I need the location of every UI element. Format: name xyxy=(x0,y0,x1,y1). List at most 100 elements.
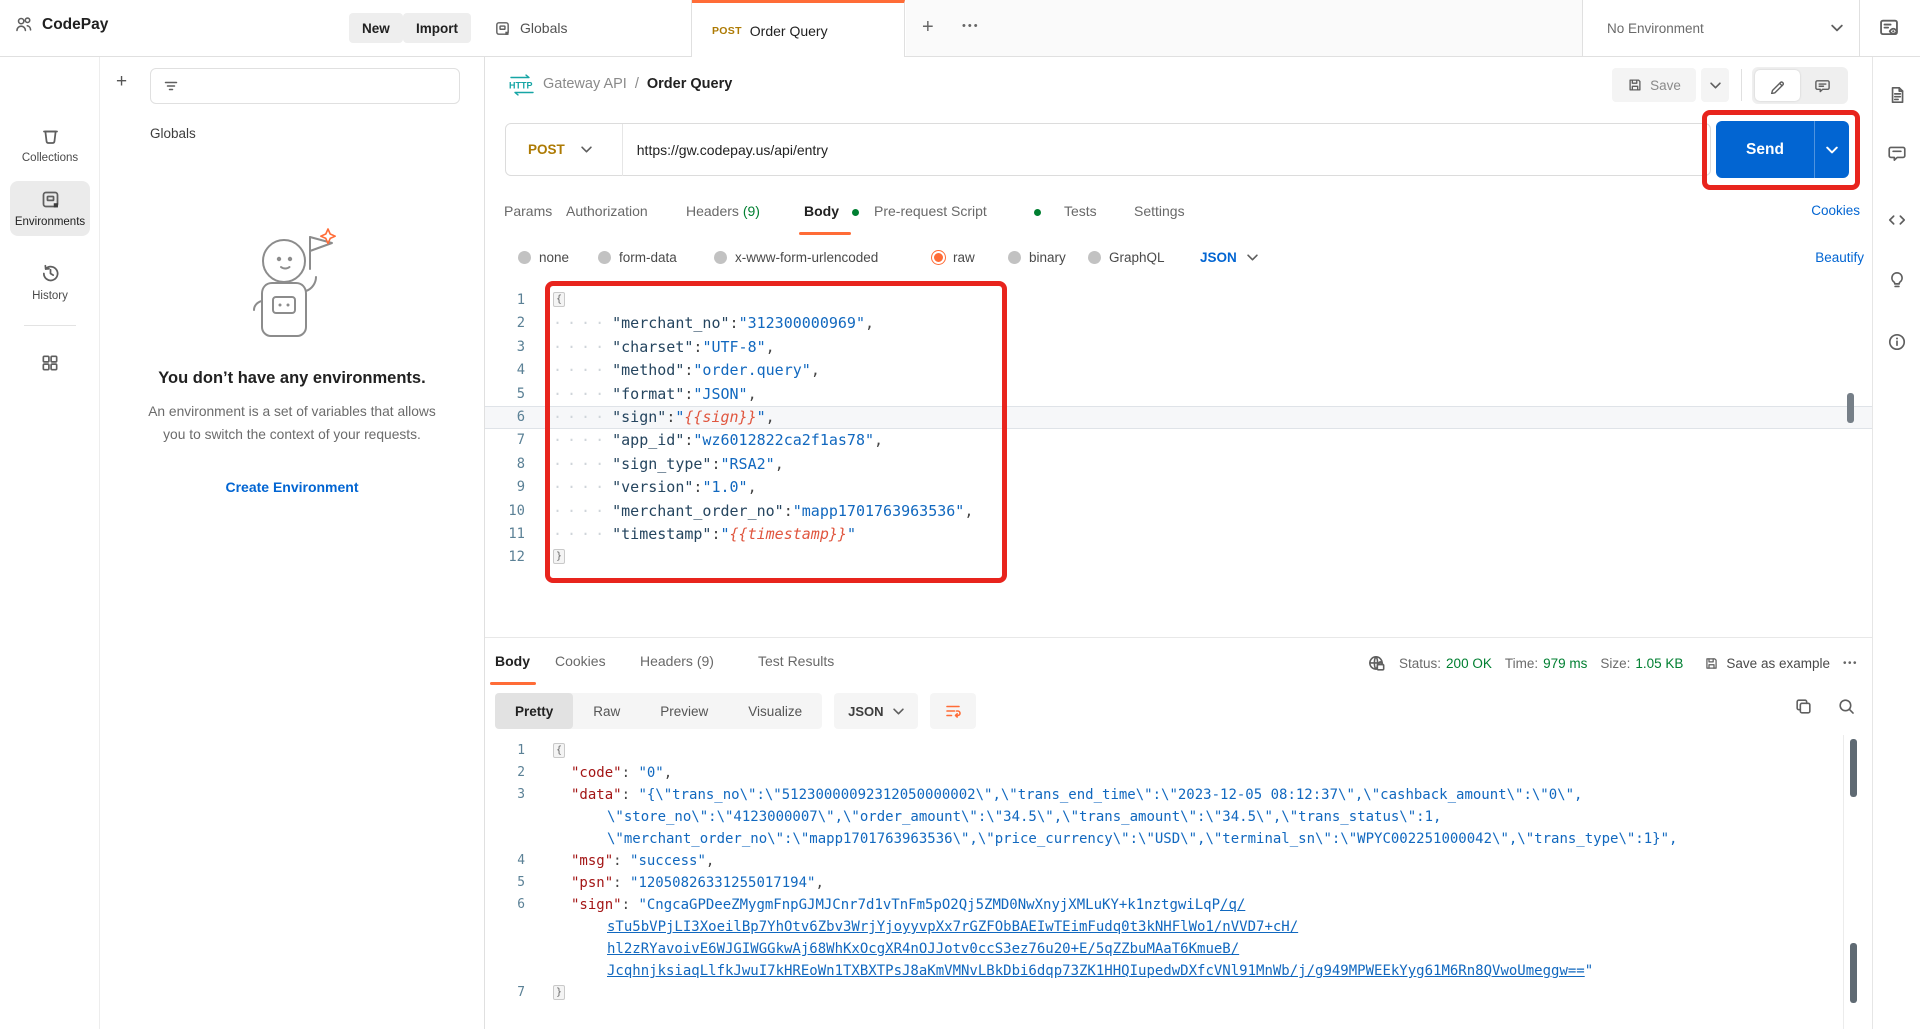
radio-x-www-form-urlencoded[interactable]: x-www-form-urlencoded xyxy=(714,250,878,265)
tab-order-query[interactable]: POST Order Query xyxy=(692,0,905,58)
tab-globals[interactable]: Globals xyxy=(476,0,692,56)
response-tab-cookies[interactable]: Cookies xyxy=(555,653,606,669)
search-icon[interactable] xyxy=(1837,697,1856,716)
tab-pre-request-script[interactable]: Pre-request Script xyxy=(874,203,987,219)
scrollbar-thumb[interactable] xyxy=(1850,739,1857,797)
response-body-editor[interactable]: 1{2"code": "0",3"data": "{\"trans_no\":\… xyxy=(485,735,1872,1029)
code-line[interactable]: 5"psn": "12050826331255017194", xyxy=(485,872,1872,894)
comments-button[interactable] xyxy=(1800,70,1845,101)
wrap-text-button[interactable] xyxy=(930,693,976,729)
raw-type-dropdown[interactable]: JSON xyxy=(1200,250,1258,265)
radio-raw[interactable]: raw xyxy=(932,250,975,265)
code-line[interactable]: 1{ xyxy=(485,740,1872,762)
code-line[interactable]: 11····"timestamp":"{{timestamp}}" xyxy=(485,523,1872,546)
tab-authorization[interactable]: Authorization xyxy=(566,203,648,219)
tab-settings[interactable]: Settings xyxy=(1134,203,1185,219)
code-line[interactable]: 7····"app_id":"wz6012822ca2f1as78", xyxy=(485,429,1872,452)
response-tab-body[interactable]: Body xyxy=(495,653,530,669)
fold-marker-icon[interactable]: { xyxy=(553,743,565,758)
code-line[interactable]: hl2zRYavoivE6WJGIWGGkwAj68WhKxOcgXR4nOJJ… xyxy=(485,938,1872,960)
code-line[interactable]: 4"msg": "success", xyxy=(485,850,1872,872)
fold-marker-icon[interactable]: } xyxy=(553,549,565,564)
size-value[interactable]: 1.05 KB xyxy=(1635,656,1683,671)
cookies-link[interactable]: Cookies xyxy=(1811,203,1860,218)
breadcrumb-collection[interactable]: Gateway API xyxy=(543,76,627,92)
globe-lock-icon[interactable] xyxy=(1367,654,1386,673)
new-button[interactable]: New xyxy=(349,13,403,43)
copy-icon[interactable] xyxy=(1794,697,1813,716)
more-tools-grid-icon[interactable] xyxy=(40,353,60,373)
scrollbar-thumb[interactable] xyxy=(1850,943,1857,1003)
comments-icon[interactable] xyxy=(1887,143,1907,163)
fold-marker-icon[interactable]: } xyxy=(553,985,565,1000)
tip-lightbulb-icon[interactable] xyxy=(1887,270,1907,290)
code-line[interactable]: sTu5bVPjLI3XoeilBp7YhOtv6Zbv3WrjYjoyyvpX… xyxy=(485,916,1872,938)
add-environment-button[interactable]: + xyxy=(116,71,127,93)
code-line[interactable]: 6"sign": "CngcaGPDeeZMygmFnpGJMJCnr7d1vT… xyxy=(485,894,1872,916)
response-options-icon[interactable]: ••• xyxy=(1843,658,1858,669)
radio-binary[interactable]: binary xyxy=(1008,250,1066,265)
status-value[interactable]: 200 OK xyxy=(1446,656,1492,671)
response-tab-headers[interactable]: Headers (9) xyxy=(640,653,714,669)
code-line[interactable]: 9····"version":"1.0", xyxy=(485,476,1872,499)
new-tab-button[interactable]: + xyxy=(922,16,934,39)
code-snippet-icon[interactable] xyxy=(1887,210,1907,230)
scrollbar-thumb[interactable] xyxy=(1847,393,1854,423)
code-line[interactable]: 6····"sign":"{{sign}}", xyxy=(485,406,1872,429)
view-visualize[interactable]: Visualize xyxy=(728,693,822,729)
view-pretty[interactable]: Pretty xyxy=(495,693,573,729)
radio-graphql[interactable]: GraphQL xyxy=(1088,250,1165,265)
fold-marker-icon[interactable]: { xyxy=(553,292,565,307)
edit-mode-button[interactable] xyxy=(1755,70,1800,101)
environment-quick-look-icon[interactable] xyxy=(1878,17,1900,39)
method-selector[interactable]: POST xyxy=(506,142,622,157)
code-line[interactable]: \"merchant_order_no\":\"mapp170176396353… xyxy=(485,828,1872,850)
tab-params[interactable]: Params xyxy=(504,203,552,219)
radio-form-data[interactable]: form-data xyxy=(598,250,677,265)
import-button[interactable]: Import xyxy=(403,13,471,43)
create-environment-link[interactable]: Create Environment xyxy=(225,479,358,495)
list-item-globals[interactable]: Globals xyxy=(100,117,484,149)
code-line[interactable]: 10····"merchant_order_no":"mapp170176396… xyxy=(485,500,1872,523)
code-line[interactable]: 2"code": "0", xyxy=(485,762,1872,784)
time-value[interactable]: 979 ms xyxy=(1543,656,1587,671)
code-line[interactable]: 4····"method":"order.query", xyxy=(485,359,1872,382)
radio-none[interactable]: none xyxy=(518,250,569,265)
sidebar-item-history[interactable]: History xyxy=(10,255,90,310)
code-line[interactable]: 8····"sign_type":"RSA2", xyxy=(485,453,1872,476)
send-button[interactable]: Send xyxy=(1716,121,1849,178)
code-line[interactable]: 7} xyxy=(485,982,1872,1004)
tab-tests[interactable]: Tests xyxy=(1064,203,1097,219)
code-line[interactable]: \"store_no\":\"4123000007\",\"order_amou… xyxy=(485,806,1872,828)
save-as-example-button[interactable]: Save as example xyxy=(1704,656,1830,671)
beautify-link[interactable]: Beautify xyxy=(1815,250,1864,265)
response-tab-test-results[interactable]: Test Results xyxy=(758,653,834,669)
request-body-editor[interactable]: 1{2····"merchant_no":"312300000969",3···… xyxy=(485,283,1872,637)
view-raw[interactable]: Raw xyxy=(573,693,640,729)
save-button[interactable]: Save xyxy=(1612,68,1696,102)
tab-body[interactable]: Body xyxy=(804,203,839,219)
workspace-switcher[interactable]: CodePay xyxy=(14,15,108,34)
documentation-icon[interactable] xyxy=(1887,85,1907,105)
url-input[interactable]: https://gw.codepay.us/api/entry xyxy=(623,142,828,158)
environment-selector[interactable]: No Environment xyxy=(1582,0,1860,56)
send-options-chevron-icon[interactable] xyxy=(1815,121,1849,178)
code-line[interactable]: 12} xyxy=(485,546,1872,569)
breadcrumb-request-name[interactable]: Order Query xyxy=(647,76,732,92)
sidebar-item-collections[interactable]: Collections xyxy=(10,117,90,172)
tab-options-icon[interactable]: ••• xyxy=(962,20,980,32)
tab-headers[interactable]: Headers (9) xyxy=(686,203,760,219)
save-icon xyxy=(1704,656,1719,671)
sidebar-item-environments[interactable]: Environments xyxy=(10,181,90,236)
response-type-dropdown[interactable]: JSON xyxy=(834,693,917,729)
save-options-button[interactable] xyxy=(1701,68,1729,102)
info-icon[interactable] xyxy=(1887,332,1907,352)
filter-input[interactable] xyxy=(150,68,460,104)
code-line[interactable]: 5····"format":"JSON", xyxy=(485,383,1872,406)
code-line[interactable]: 1{ xyxy=(485,289,1872,312)
code-line[interactable]: 2····"merchant_no":"312300000969", xyxy=(485,312,1872,335)
code-line[interactable]: 3"data": "{\"trans_no\":\"51230000092312… xyxy=(485,784,1872,806)
code-line[interactable]: 3····"charset":"UTF-8", xyxy=(485,336,1872,359)
code-line[interactable]: JcqhnjksiaqLlfkJwuI7kHREoWn1TXBXTPsJ8aKm… xyxy=(485,960,1872,982)
view-preview[interactable]: Preview xyxy=(640,693,728,729)
